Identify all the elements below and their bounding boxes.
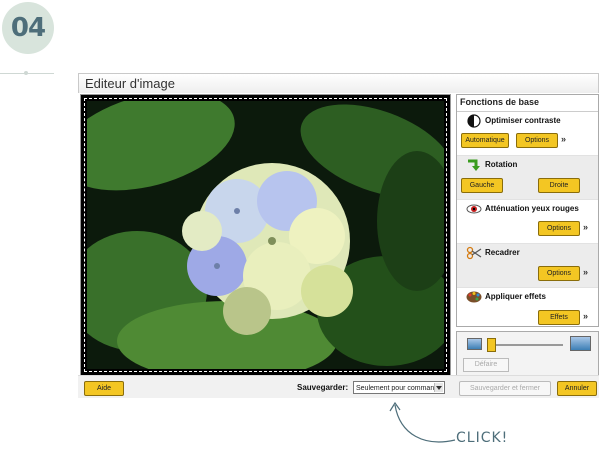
palette-icon: [466, 291, 482, 303]
section-effects: Appliquer effets Effets »: [457, 288, 598, 331]
section-contrast: Optimiser contraste Automatique Options …: [457, 112, 598, 156]
rotate-right-button[interactable]: Droite: [538, 178, 580, 193]
save-label: Sauvegarder:: [297, 383, 349, 392]
section-title: Atténuation yeux rouges: [485, 204, 579, 213]
zoom-out-image-icon[interactable]: [467, 338, 482, 350]
title-bar: Editeur d'image: [78, 73, 599, 93]
zoom-slider-handle[interactable]: [487, 338, 496, 352]
undo-button[interactable]: Défaire: [463, 358, 509, 372]
photo-canvas[interactable]: [80, 94, 451, 376]
divider-dot: [24, 71, 28, 75]
hydrangea-photo: [87, 101, 444, 369]
chevron-right-icon[interactable]: »: [583, 267, 588, 277]
section-title: Optimiser contraste: [485, 116, 561, 125]
save-and-close-button[interactable]: Sauvegarder et fermer: [459, 381, 551, 396]
crop-options-button[interactable]: Options: [538, 266, 580, 281]
cancel-button[interactable]: Annuler: [557, 381, 597, 396]
red-eye-options-button[interactable]: Options: [538, 221, 580, 236]
scissors-icon: [466, 246, 482, 260]
adjust-panel: Défaire: [456, 331, 599, 376]
rotate-left-button[interactable]: Gauche: [461, 178, 503, 193]
window-title: Editeur d'image: [85, 76, 175, 91]
zoom-in-image-icon[interactable]: [570, 336, 591, 351]
save-mode-select[interactable]: Seulement pour commande: [353, 381, 445, 394]
basic-functions-panel: Fonctions de base Optimiser contraste Au…: [456, 94, 599, 327]
click-annotation: CLICK!: [456, 430, 509, 446]
section-rotation: Rotation Gauche Droite: [457, 156, 598, 200]
section-red-eye: Atténuation yeux rouges Options »: [457, 200, 598, 244]
red-eye-icon: [466, 204, 482, 214]
chevron-right-icon[interactable]: »: [561, 134, 566, 144]
save-mode-value: Seulement pour commande: [356, 385, 442, 392]
section-title: Rotation: [485, 160, 518, 169]
contrast-options-button[interactable]: Options: [516, 133, 558, 148]
click-arrow-icon: [389, 401, 456, 443]
effects-button[interactable]: Effets: [538, 310, 580, 325]
chevron-down-icon[interactable]: [434, 383, 443, 392]
section-title: Recadrer: [485, 248, 520, 257]
panel-title: Fonctions de base: [457, 95, 598, 112]
auto-contrast-button[interactable]: Automatique: [461, 133, 509, 148]
help-button[interactable]: Aide: [84, 381, 124, 396]
section-crop: Recadrer Options »: [457, 244, 598, 288]
step-badge: 04: [2, 2, 54, 54]
section-title: Appliquer effets: [485, 292, 546, 301]
chevron-right-icon[interactable]: »: [583, 222, 588, 232]
chevron-right-icon[interactable]: »: [583, 311, 588, 321]
zoom-slider-track[interactable]: [489, 344, 563, 346]
rotate-arrow-icon: [468, 159, 480, 171]
contrast-icon: [467, 114, 481, 128]
image-editor-window: Editeur d'image Fonctions de base Optimi…: [78, 73, 599, 403]
